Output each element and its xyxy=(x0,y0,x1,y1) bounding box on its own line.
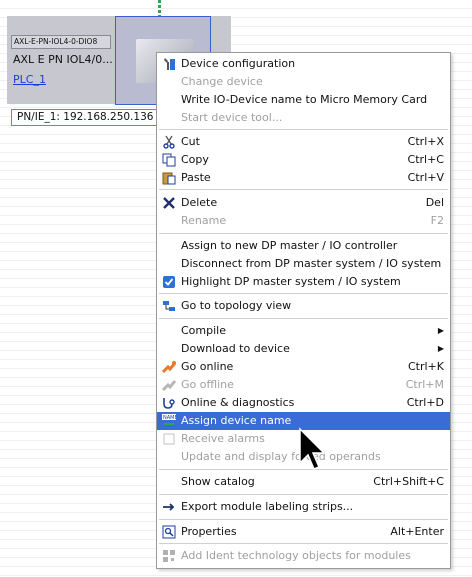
ident-icon xyxy=(163,550,175,562)
menu-item-shortcut: Ctrl+K xyxy=(407,360,444,373)
menu-item-label: Start device tool... xyxy=(181,111,283,124)
paste-icon xyxy=(162,172,176,185)
submenu-arrow-icon: ▶ xyxy=(437,344,444,353)
menu-item-label: Rename xyxy=(181,214,227,227)
go-offline-icon xyxy=(162,380,176,392)
device-name: AXL E PN IOL4/0... xyxy=(13,53,113,66)
menu-item-rename[interactable]: Rename F2 xyxy=(157,212,450,230)
menu-item-label: Write IO-Device name to Micro Memory Car… xyxy=(181,93,428,106)
menu-item-shortcut: Ctrl+X xyxy=(407,135,444,148)
menu-item-label: Show catalog xyxy=(181,475,255,488)
alarm-icon xyxy=(163,433,175,445)
menu-item-label: Add Ident technology objects for modules xyxy=(181,549,411,562)
device-config-icon xyxy=(164,58,175,70)
menu-item-shortcut: Ctrl+Shift+C xyxy=(373,475,444,488)
menu-item-show-catalog[interactable]: Show catalog Ctrl+Shift+C xyxy=(157,473,450,491)
menu-item-label: Update and display forced operands xyxy=(181,450,381,463)
menu-item-shortcut: Ctrl+C xyxy=(407,153,444,166)
menu-item-shortcut: Ctrl+D xyxy=(406,396,444,409)
menu-item-go-online[interactable]: Go online Ctrl+K xyxy=(157,358,450,376)
menu-item-assign-dp-master[interactable]: Assign to new DP master / IO controller xyxy=(157,237,450,255)
menu-item-label: Assign device name xyxy=(181,414,292,427)
menu-item-delete[interactable]: Delete Del xyxy=(157,194,450,212)
menu-item-cut[interactable]: Cut Ctrl+X xyxy=(157,133,450,151)
plc-link[interactable]: PLC_1 xyxy=(13,73,46,86)
menu-item-label: Device configuration xyxy=(181,57,296,70)
menu-item-shortcut: F2 xyxy=(430,214,444,227)
menu-item-label: Highlight DP master system / IO system xyxy=(181,275,401,288)
menu-item-label: Paste xyxy=(181,171,211,184)
menu-separator xyxy=(159,293,448,294)
menu-item-label: Export module labeling strips... xyxy=(181,500,354,513)
menu-item-topology-view[interactable]: Go to topology view xyxy=(157,297,450,315)
export-icon xyxy=(163,503,175,511)
menu-separator xyxy=(159,494,448,495)
diagnostics-icon xyxy=(163,398,175,409)
menu-item-write-io-device-name[interactable]: Write IO-Device name to Micro Memory Car… xyxy=(157,91,450,109)
menu-item-export-labeling-strips[interactable]: Export module labeling strips... xyxy=(157,498,450,516)
menu-item-add-ident-objects[interactable]: Add Ident technology objects for modules xyxy=(157,547,450,565)
menu-item-label: Receive alarms xyxy=(181,432,265,445)
menu-item-label: Change device xyxy=(181,75,263,88)
checkbox-icon xyxy=(163,276,175,288)
menu-item-properties[interactable]: Properties Alt+Enter xyxy=(157,523,450,541)
menu-item-compile[interactable]: Compile ▶ xyxy=(157,322,450,340)
menu-item-paste[interactable]: Paste Ctrl+V xyxy=(157,169,450,187)
context-menu: Device configuration Change device Write… xyxy=(156,52,451,569)
menu-item-label: Online & diagnostics xyxy=(181,396,295,409)
menu-separator xyxy=(159,318,448,319)
menu-item-label: Go to topology view xyxy=(181,299,292,312)
menu-item-label: Properties xyxy=(181,525,237,538)
menu-item-download-to-device[interactable]: Download to device ▶ xyxy=(157,340,450,358)
menu-separator xyxy=(159,189,448,190)
menu-item-label: Compile xyxy=(181,324,226,337)
menu-item-shortcut: Ctrl+V xyxy=(407,171,444,184)
device-type-tag: AXL-E-PN-IOL4-0-DIO8 xyxy=(11,35,111,49)
menu-separator xyxy=(159,233,448,234)
menu-item-shortcut: Ctrl+M xyxy=(405,378,444,391)
menu-item-label: Copy xyxy=(181,153,209,166)
ip-address-label[interactable]: PN/IE_1: 192.168.250.136 xyxy=(11,109,168,126)
menu-separator xyxy=(159,543,448,544)
menu-item-go-offline[interactable]: Go offline Ctrl+M xyxy=(157,376,450,394)
menu-item-shortcut: Del xyxy=(425,196,444,209)
menu-item-copy[interactable]: Copy Ctrl+C xyxy=(157,151,450,169)
properties-icon xyxy=(162,525,176,539)
menu-item-start-device-tool[interactable]: Start device tool... xyxy=(157,109,450,127)
svg-text:NAME: NAME xyxy=(163,415,176,421)
menu-item-online-diagnostics[interactable]: Online & diagnostics Ctrl+D xyxy=(157,394,450,412)
mouse-cursor-icon xyxy=(299,427,326,470)
menu-item-label: Assign to new DP master / IO controller xyxy=(181,239,398,252)
menu-item-label: Go online xyxy=(181,360,234,373)
menu-item-shortcut: Alt+Enter xyxy=(390,525,444,538)
menu-item-label: Cut xyxy=(181,135,200,148)
name-icon: NAME xyxy=(162,414,176,425)
menu-item-highlight-dp-master[interactable]: Highlight DP master system / IO system xyxy=(157,273,450,291)
go-online-icon xyxy=(162,361,176,374)
menu-item-label: Delete xyxy=(181,196,218,209)
menu-separator xyxy=(159,519,448,520)
menu-item-label: Download to device xyxy=(181,342,290,355)
topology-icon xyxy=(163,301,175,311)
delete-icon xyxy=(163,197,175,209)
menu-item-disconnect-dp-master[interactable]: Disconnect from DP master system / IO sy… xyxy=(157,255,450,273)
menu-separator xyxy=(159,129,448,130)
copy-icon xyxy=(162,153,176,167)
menu-item-label: Go offline xyxy=(181,378,234,391)
scissors-icon xyxy=(163,135,175,149)
menu-item-change-device[interactable]: Change device xyxy=(157,73,450,91)
submenu-arrow-icon: ▶ xyxy=(437,326,444,335)
menu-item-device-configuration[interactable]: Device configuration xyxy=(157,55,450,73)
menu-item-label: Disconnect from DP master system / IO sy… xyxy=(181,257,442,270)
